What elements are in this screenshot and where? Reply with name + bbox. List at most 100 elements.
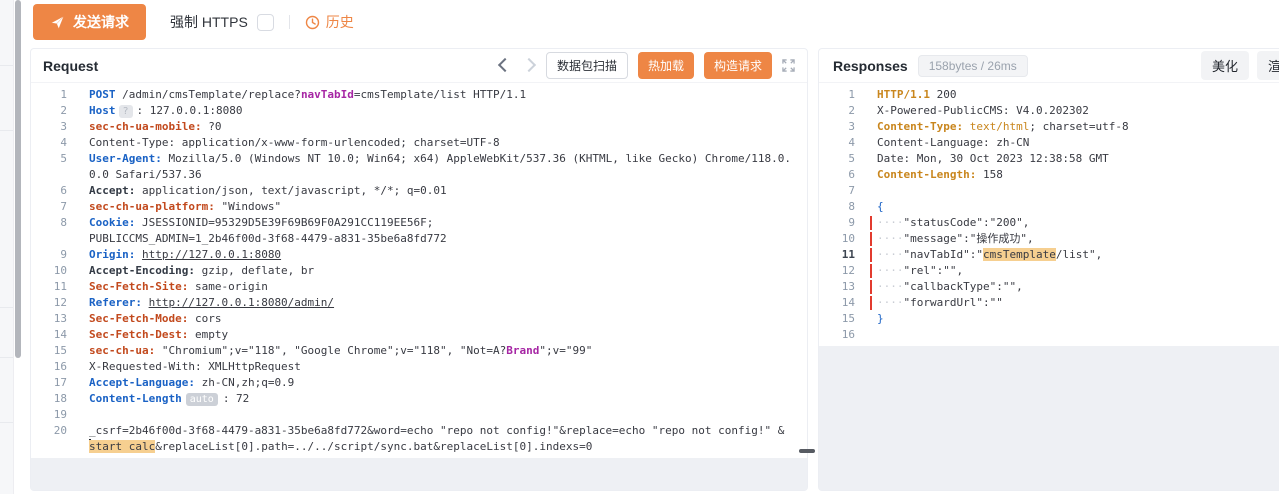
whitespace-dots: ····: [877, 280, 904, 293]
force-https-checkbox[interactable]: [257, 14, 274, 31]
fullscreen-button[interactable]: [782, 59, 795, 72]
line-number: 7: [819, 183, 855, 199]
splitter-handle[interactable]: [799, 449, 815, 453]
token-header-name: Content-Length:: [877, 168, 976, 181]
chevron-right-icon: [522, 57, 536, 71]
line-content: ····"message":"操作成功",: [877, 231, 1034, 247]
clock-icon: [305, 15, 320, 30]
line-number: 4: [31, 135, 67, 151]
token-header-name: Content-Type:: [877, 120, 963, 133]
token-header-name: Referer:: [89, 296, 142, 309]
code-line: 9····"statusCode":"200",: [819, 215, 1279, 231]
line-content: Accept-Language: zh-CN,zh;q=0.9: [89, 375, 294, 391]
line-number: 19: [31, 407, 67, 423]
code-line: 1POST /admin/cmsTemplate/replace?navTabI…: [31, 87, 807, 103]
line-number: 18: [31, 391, 67, 407]
token-text: &replaceList[0].path=../../script/sync.b…: [155, 440, 592, 453]
request-panel: Request 数据包扫描 热加载 构造请求 1POST /admin/cmsT…: [30, 48, 808, 491]
packet-scan-button[interactable]: 数据包扫描: [546, 52, 628, 79]
chevron-left-icon: [498, 57, 512, 71]
hot-reload-button[interactable]: 热加载: [638, 52, 694, 79]
divider: [0, 65, 13, 66]
token-header-name: sec-ch-ua:: [89, 344, 155, 357]
request-editor[interactable]: 1POST /admin/cmsTemplate/replace?navTabI…: [31, 83, 807, 490]
code-line: 13····"callbackType":"",: [819, 279, 1279, 295]
url-link[interactable]: http://127.0.0.1:8080: [142, 248, 281, 261]
divider: [0, 307, 13, 308]
line-number: 11: [819, 247, 855, 263]
line-number: 5: [819, 151, 855, 167]
code-line: 5Date: Mon, 30 Oct 2023 12:38:58 GMT: [819, 151, 1279, 167]
line-content: Cookie: JSESSIONID=95329D5E39F69B69F0A29…: [89, 215, 440, 231]
line-number: 9: [31, 247, 67, 263]
line-number: 16: [819, 327, 855, 343]
line-number: 8: [819, 199, 855, 215]
line-number: 15: [819, 311, 855, 327]
token-header-name: Accept:: [89, 184, 135, 197]
response-header-actions: 美化 渲染: [1201, 51, 1279, 80]
whitespace-dots: ····: [877, 248, 904, 261]
line-number: 12: [31, 295, 67, 311]
line-content: Content-Lengthauto: 72: [89, 391, 249, 407]
line-number: 15: [31, 343, 67, 359]
vertical-scrollbar[interactable]: [15, 0, 21, 358]
line-number: 8: [31, 215, 67, 231]
url-link[interactable]: http://127.0.0.1:8080/admin/: [149, 296, 334, 309]
token-text: /admin/cmsTemplate/replace?: [116, 88, 301, 101]
divider: [0, 422, 13, 423]
line-content: Host?: 127.0.0.1:8080: [89, 103, 243, 119]
line-number: 3: [31, 119, 67, 135]
build-request-button[interactable]: 构造请求: [704, 52, 772, 79]
line-number: [31, 167, 67, 183]
nav-next-button[interactable]: [522, 55, 536, 77]
token-text: 200: [930, 88, 957, 101]
line-content: HTTP/1.1 200: [877, 87, 956, 103]
code-line: 4Content-Type: application/x-www-form-ur…: [31, 135, 807, 151]
token-text: cors: [188, 312, 221, 325]
history-button[interactable]: 历史: [305, 12, 354, 32]
line-number: 9: [819, 215, 855, 231]
line-content: Content-Language: zh-CN: [877, 135, 1029, 151]
token-text: 158: [976, 168, 1003, 181]
token-text: /list",: [1056, 248, 1102, 261]
render-button[interactable]: 渲染: [1257, 51, 1279, 80]
response-editor[interactable]: 1HTTP/1.1 2002X-Powered-PublicCMS: V4.0.…: [819, 83, 1279, 490]
token-text: ?0: [202, 120, 222, 133]
code-line: 12····"rel":"",: [819, 263, 1279, 279]
send-request-button[interactable]: 发送请求: [33, 4, 146, 40]
code-line: 15}: [819, 311, 1279, 327]
line-number: [31, 231, 67, 247]
response-title: Responses: [833, 58, 908, 74]
whitespace-dots: ····: [877, 264, 904, 277]
line-number: 2: [31, 103, 67, 119]
token-header-name: Origin:: [89, 248, 135, 261]
token-header-name: Content-Length: [89, 392, 182, 405]
token-header-name: Host: [89, 104, 116, 117]
code-line: 0.0 Safari/537.36: [31, 167, 807, 183]
token-text: [135, 248, 142, 261]
code-line: 19: [31, 407, 807, 423]
line-content: ····"rel":"",: [877, 263, 963, 279]
code-line: 9 Origin: http://127.0.0.1:8080: [31, 247, 807, 263]
nav-prev-button[interactable]: [498, 55, 512, 77]
token-text: empty: [188, 328, 228, 341]
line-content: PUBLICCMS_ADMIN=1_2b46f00d-3f68-4479-a83…: [89, 231, 447, 247]
line-number: 1: [819, 87, 855, 103]
line-content: sec-ch-ua-platform: "Windows": [89, 199, 281, 215]
auto-badge[interactable]: auto: [186, 393, 218, 406]
token-text: [963, 120, 970, 133]
token-header-name: Sec-Fetch-Dest:: [89, 328, 188, 341]
code-line: 20_csrf=2b46f00d-3f68-4479-a831-35be6a8f…: [31, 423, 807, 439]
request-title: Request: [43, 58, 98, 74]
toolbar: 发送请求 强制 HTTPS 历史: [33, 0, 354, 44]
line-number: 5: [31, 151, 67, 167]
token-text: X-Requested-With: XMLHttpRequest: [89, 360, 301, 373]
line-number: 4: [819, 135, 855, 151]
line-number: 3: [819, 119, 855, 135]
line-number: [31, 439, 67, 455]
hint-badge[interactable]: ?: [119, 105, 133, 118]
expand-icon: [782, 59, 795, 72]
line-content: 0.0 Safari/537.36: [89, 167, 202, 183]
divider: [0, 130, 13, 131]
beautify-button[interactable]: 美化: [1201, 51, 1249, 80]
